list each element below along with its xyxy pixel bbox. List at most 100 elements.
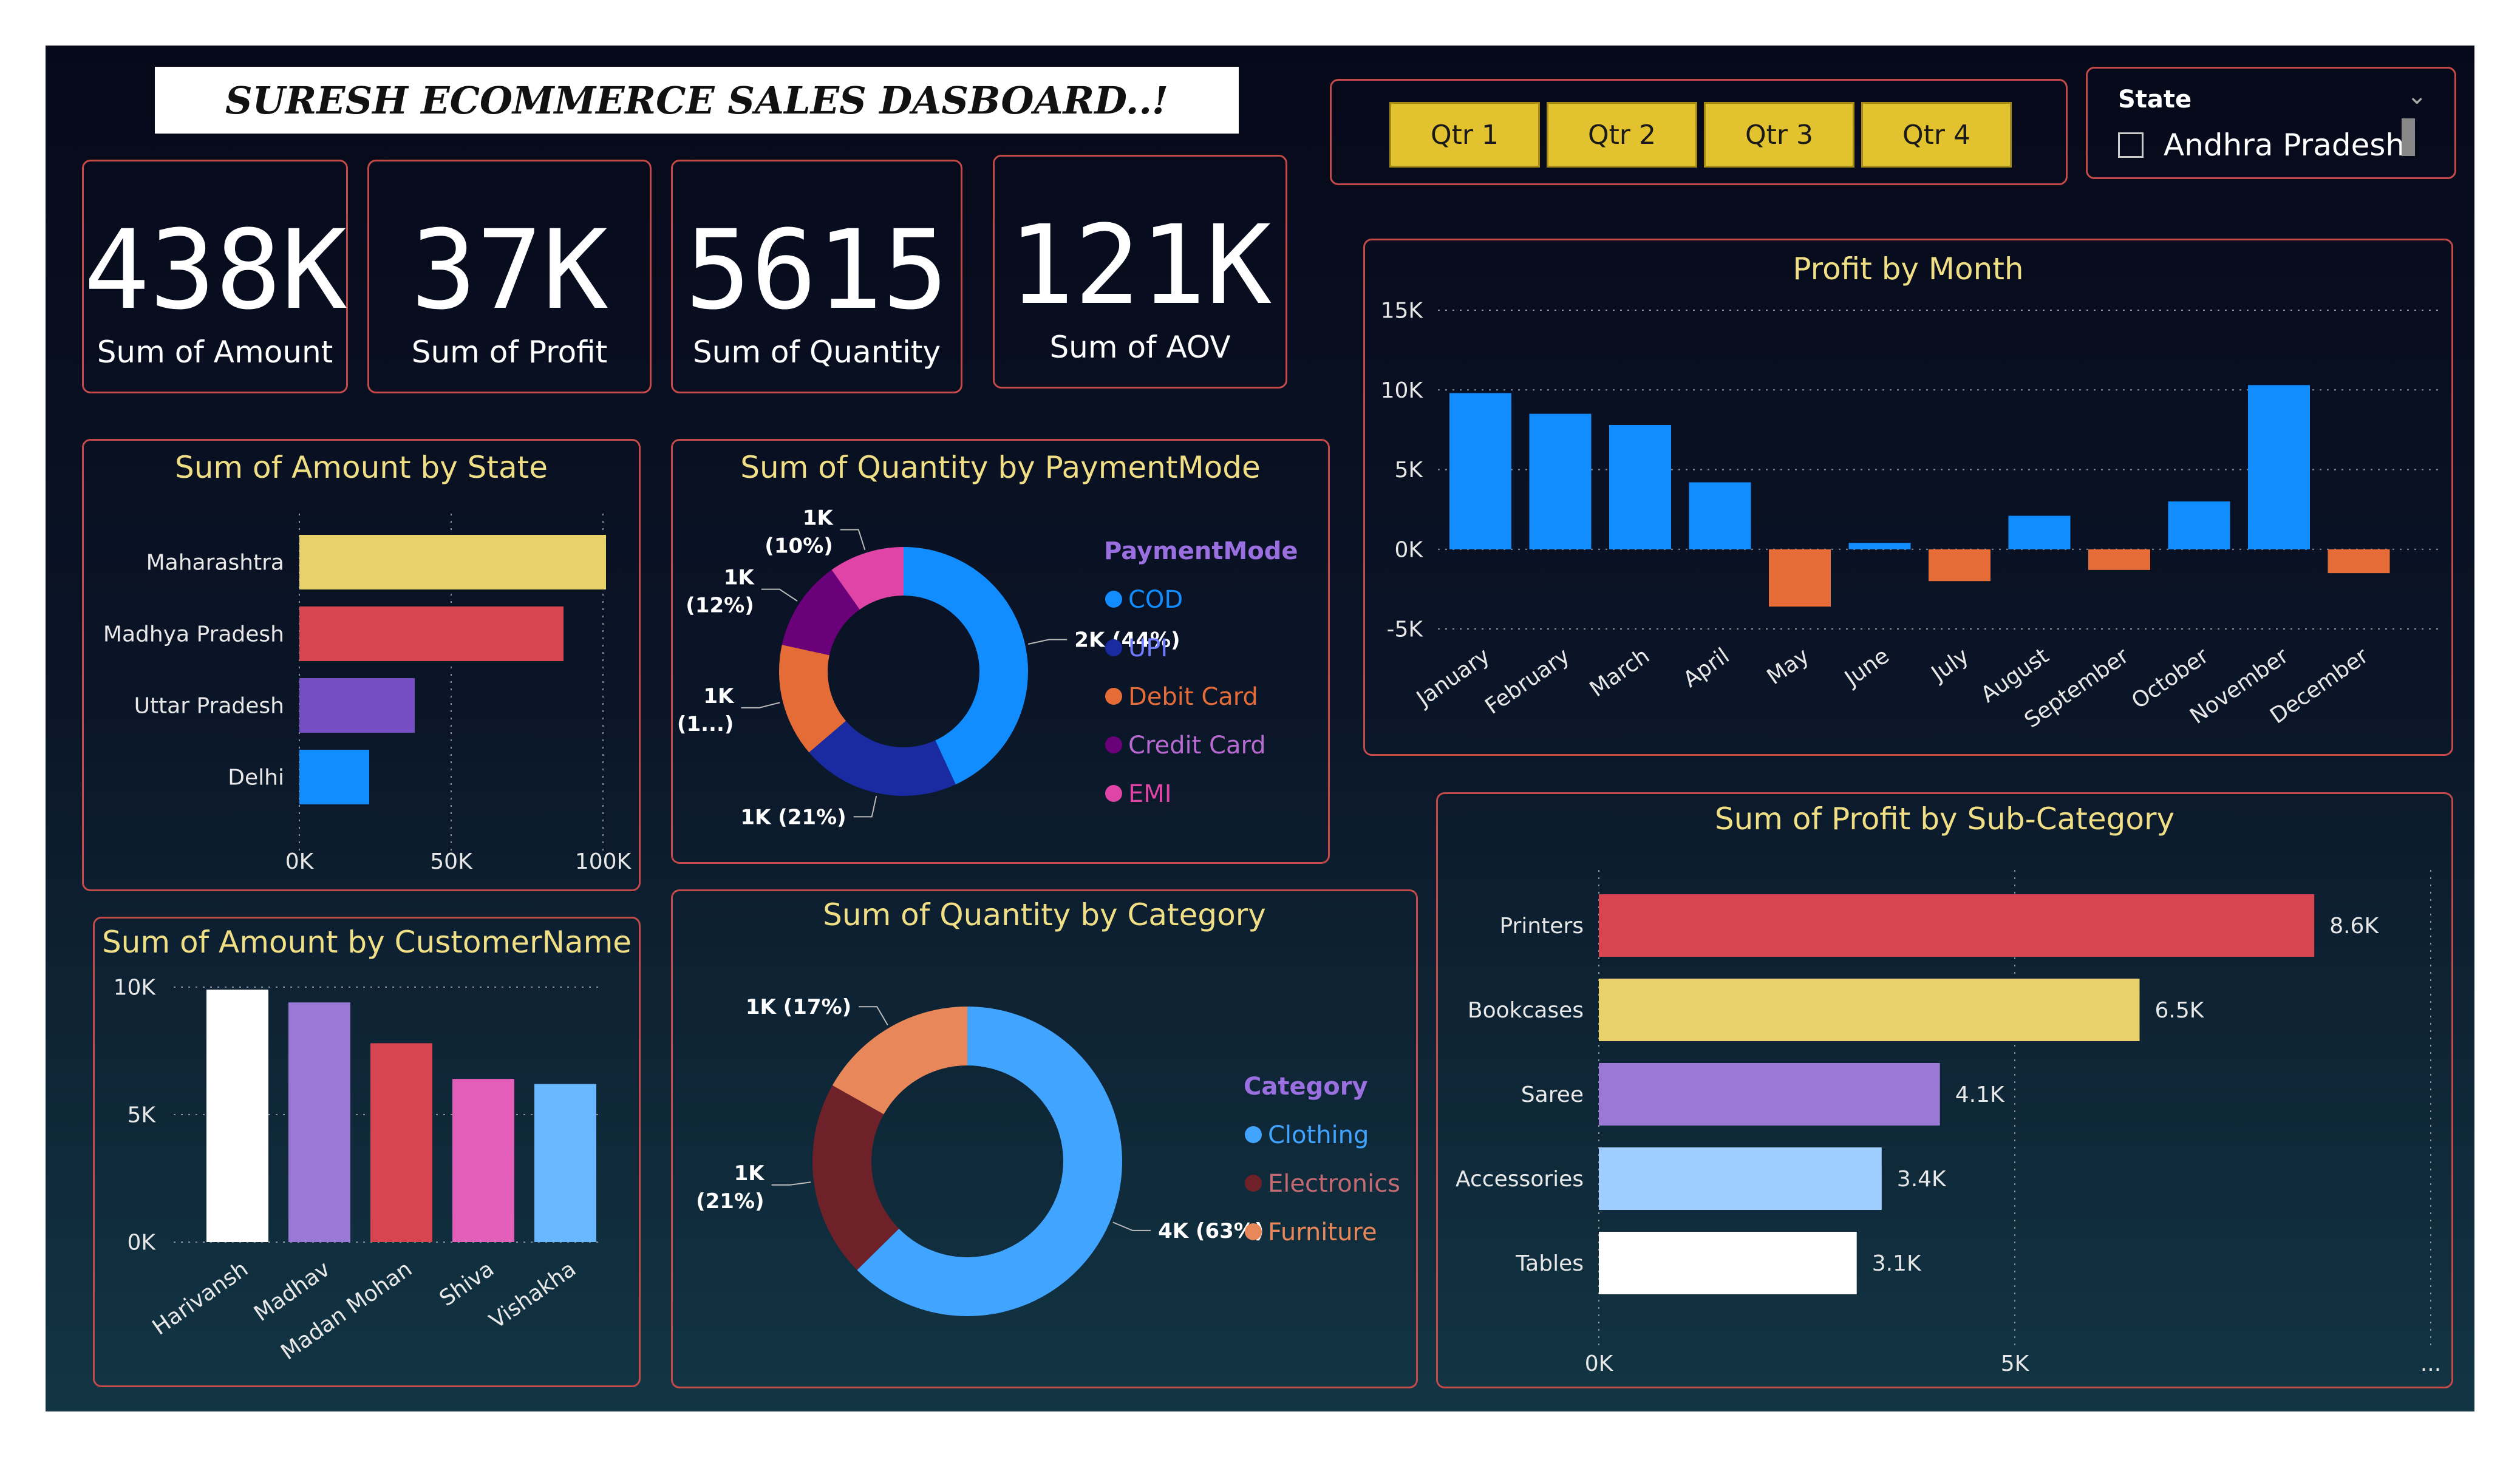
leader-line [840,529,866,551]
bar-december[interactable] [2328,549,2390,574]
data-label: 6.5K [2155,998,2205,1023]
y-tick-label: 5K [127,1103,156,1128]
legend-marker [1105,591,1122,608]
bar-shiva[interactable] [452,1079,514,1242]
state-slicer: State ⌄ Andhra Pradesh [2086,67,2456,179]
y-tick-label: 10K [1381,378,1424,403]
bar-bookcases[interactable] [1599,979,2140,1041]
category-label: Harivansh [148,1257,253,1340]
bar-april[interactable] [1689,482,1751,549]
y-tick-label: 0K [127,1231,156,1255]
kpi-card-quantity[interactable]: 5615 Sum of Quantity [671,160,962,393]
bar-madan-mohan[interactable] [370,1043,432,1242]
data-label: (12%) [686,594,754,618]
x-tick-label: 0K [285,849,315,874]
bar-november[interactable] [2248,385,2310,549]
kpi-label: Sum of Quantity [692,335,941,370]
category-label: Delhi [228,766,284,790]
bar-saree[interactable] [1599,1063,1940,1126]
y-tick-label: 5K [1394,458,1423,483]
bar-harivansh[interactable] [206,990,268,1242]
kpi-value: 37K [410,207,608,334]
legend-label: Debit Card [1128,683,1258,711]
bar-madhav[interactable] [288,1002,350,1242]
x-tick-label: 5K [2001,1351,2030,1376]
category-label: Uttar Pradesh [134,694,284,719]
category-label: February [1480,644,1574,719]
category-label: July [1926,644,1973,687]
qtr-3-button[interactable]: Qtr 3 [1704,102,1854,168]
bar-may[interactable] [1769,549,1831,607]
leader-line [741,702,780,708]
x-tick-label: 100K [575,849,632,874]
bar-february[interactable] [1529,413,1592,549]
chart-amount-by-customer: Sum of Amount by CustomerName 10K 5K 0K Har… [93,917,641,1387]
bar-august[interactable] [2008,515,2071,549]
category-label: March [1585,644,1654,702]
category-label: Printers [1499,914,1584,939]
category-label: Shiva [435,1257,499,1311]
category-label: June [1839,644,1893,692]
category-label: Vishakha [485,1257,581,1334]
y-tick-label: 15K [1381,299,1424,324]
x-tick-label: ... [2420,1351,2441,1376]
bar-july[interactable] [1929,549,1990,582]
slicer-scrollbar[interactable] [2402,118,2415,156]
qtr-2-button[interactable]: Qtr 2 [1547,102,1697,168]
bar-maharashtra[interactable] [299,535,606,589]
legend-marker [1105,688,1122,705]
data-label: (1...) [677,712,734,736]
legend-label: Furniture [1268,1218,1377,1246]
y-tick-label: 10K [114,976,157,1000]
legend-marker [1245,1126,1262,1143]
chart-amount-by-state: Sum of Amount by State 0K 50K 100K Maharash… [82,439,641,891]
chevron-down-icon[interactable]: ⌄ [2406,82,2427,110]
qtr-4-button[interactable]: Qtr 4 [1861,102,2012,168]
legend-title: PaymentMode [1104,537,1298,565]
bar-january[interactable] [1449,393,1511,549]
category-label: Saree [1521,1082,1584,1107]
data-label: 1K [734,1161,766,1186]
kpi-card-amount[interactable]: 438K Sum of Amount [82,160,348,393]
bar-uttar-pradesh[interactable] [299,678,415,733]
kpi-value: 5615 [685,207,948,334]
leader-line [1112,1221,1151,1231]
x-tick-label: 50K [430,849,473,874]
quarter-slicer: Qtr 1 Qtr 2 Qtr 3 Qtr 4 [1330,79,2068,185]
state-checkbox[interactable] [2118,132,2144,158]
bar-printers[interactable] [1599,894,2315,957]
category-donut-chart: 4K (63%)1K(21%)1K (17%)CategoryClothingE… [696,995,1400,1316]
qtr-1-button[interactable]: Qtr 1 [1389,102,1540,168]
state-bar-chart: 0K 50K 100K Maharashtra Madhya Pradesh Uttar … [103,514,632,874]
customer-bar-chart: 10K5K0KHarivanshMadhavMadan Mohan ShivaVi… [114,976,599,1365]
paymentmode-donut-chart: 2K (44%)1K (21%)1K(1...)1K(12%)1K(10%) Pa… [677,506,1298,830]
chart-quantity-by-category: Sum of Quantity by Category 4K (63%) 1K (2… [671,889,1418,1388]
legend-label: Clothing [1268,1121,1369,1149]
data-label: 1K (21%) [740,805,846,829]
leader-line [1027,639,1068,645]
kpi-label: Sum of Profit [411,335,608,370]
profit-month-bar-chart: 15K10K5K0K-5KJanuaryFebruary March April Ma… [1381,299,2440,733]
legend-marker [1105,785,1122,802]
category-label: Madhya Pradesh [103,622,284,647]
state-slicer-header: State [2118,86,2192,114]
leader-line [761,588,798,602]
bar-madhya-pradesh[interactable] [299,606,564,661]
bar-vishakha[interactable] [534,1084,596,1242]
state-option-label[interactable]: Andhra Pradesh [2164,127,2405,163]
dashboard-canvas: SURESH ECOMMERCE SALES DASBOARD..! 438K … [46,46,2474,1411]
bar-tables[interactable] [1599,1232,1857,1294]
category-label: Bookcases [1468,998,1584,1023]
data-label: 1K [803,506,834,531]
bar-october[interactable] [2168,501,2230,549]
bar-june[interactable] [1848,543,1911,549]
bar-accessories[interactable] [1599,1147,1882,1210]
kpi-card-aov[interactable]: 121K Sum of AOV [993,155,1287,389]
kpi-card-profit[interactable]: 37K Sum of Profit [367,160,652,393]
bar-delhi[interactable] [299,750,369,804]
data-label: 1K [724,566,755,590]
bar-march[interactable] [1609,425,1671,549]
bar-september[interactable] [2088,549,2150,570]
legend-marker [1105,736,1122,753]
kpi-value: 121K [1008,202,1272,329]
